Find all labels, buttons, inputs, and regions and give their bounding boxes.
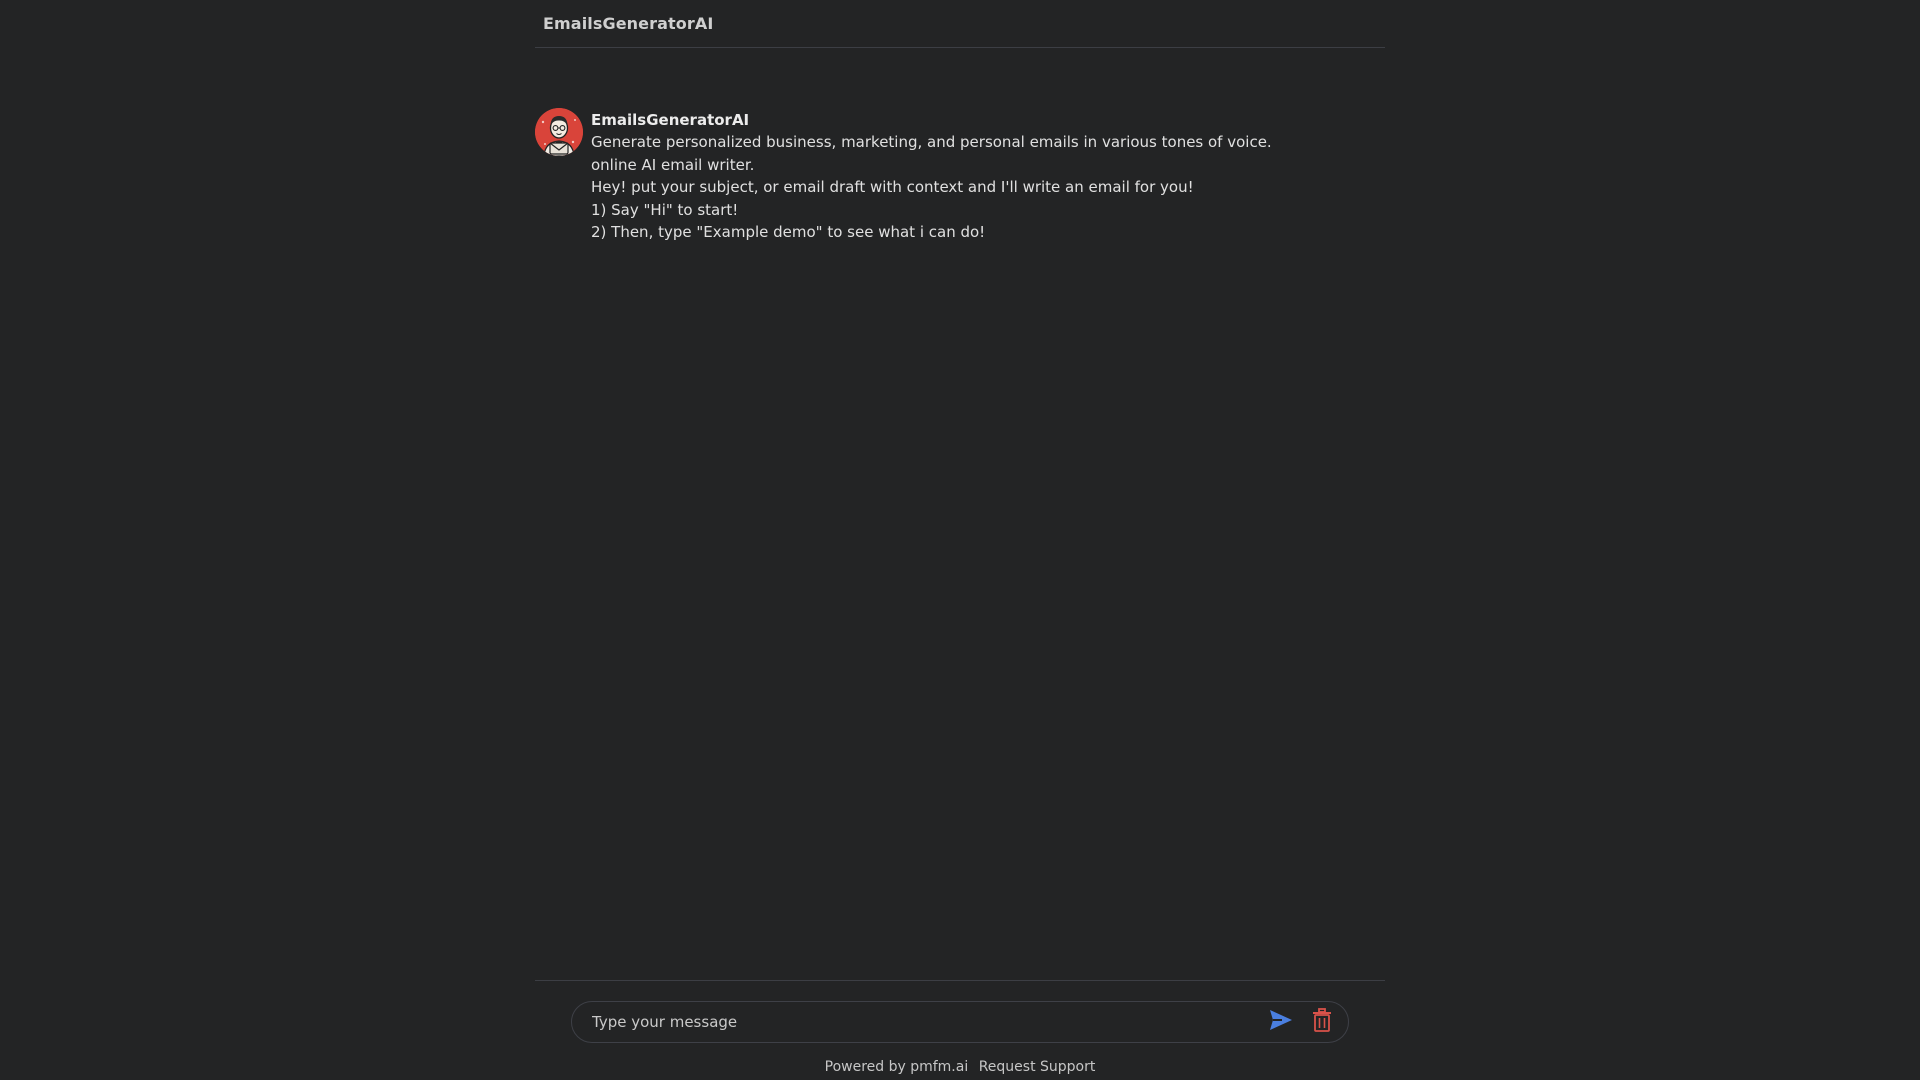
message-line: Generate personalized business, marketin… [591,133,1272,151]
clear-chat-button[interactable] [1307,1007,1337,1037]
message-sender: EmailsGeneratorAI [591,111,750,129]
send-button[interactable] [1266,1007,1296,1037]
app-root: EmailsGeneratorAI EmailsGeneratorAI Gene… [0,0,1920,1080]
trash-icon [1311,1008,1333,1036]
message-composer [571,1001,1349,1043]
robot-avatar-icon [535,108,583,156]
chat-column: EmailsGeneratorAI EmailsGeneratorAI Gene… [535,0,1385,1080]
message-body: EmailsGeneratorAI Generate personalized … [591,109,1272,244]
message-line: 1) Say "Hi" to start! [591,200,739,219]
message-line: 2) Then, type "Example demo" to see what… [591,223,986,241]
message-list[interactable]: EmailsGeneratorAI Generate personalized … [535,49,1385,980]
request-support-link[interactable]: Request Support [979,1059,1096,1075]
message-input[interactable] [572,1001,1266,1043]
footer: Powered by pmfm.ai Request Support [535,1059,1385,1075]
message-line: online AI email writer. [591,155,755,174]
message-line: Hey! put your subject, or email draft wi… [591,178,1194,196]
send-icon [1269,1009,1293,1035]
powered-by-link[interactable]: Powered by pmfm.ai [825,1059,969,1075]
chat-header: EmailsGeneratorAI [535,0,1385,48]
chat-title: EmailsGeneratorAI [543,14,714,33]
bot-message: EmailsGeneratorAI Generate personalized … [535,108,1272,244]
composer-divider [535,980,1385,981]
